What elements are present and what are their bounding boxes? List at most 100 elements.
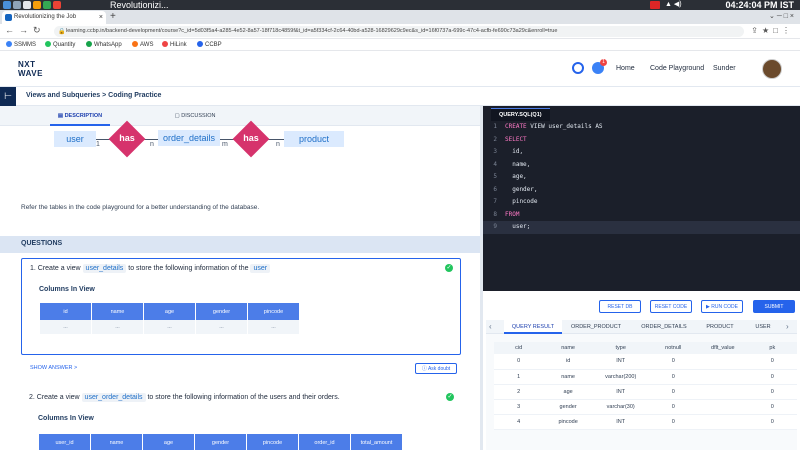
- table-row: 3 gender varchar(30) 0 0: [494, 399, 797, 415]
- code-line[interactable]: 7 pincode: [483, 196, 800, 209]
- columns-table: user_id name age gender pincode order_id…: [38, 434, 403, 450]
- show-answer-link[interactable]: SHOW ANSWER >: [30, 365, 77, 371]
- bookmark-ccbp[interactable]: CCBP: [197, 40, 222, 50]
- column-header: user_id: [39, 434, 90, 450]
- question-text: 1. Create a view user_details to store t…: [30, 264, 271, 273]
- reset-db-button[interactable]: RESET DB: [599, 300, 641, 313]
- app-icon[interactable]: [3, 1, 11, 9]
- chevron-left-icon[interactable]: ‹: [489, 320, 492, 334]
- record-icon[interactable]: [650, 1, 660, 9]
- code-editor[interactable]: QUERY.SQL(Q1) 1 CREATE VIEW user_details …: [483, 106, 800, 291]
- result-header: notnull: [648, 342, 699, 354]
- bookmark-whatsapp[interactable]: WhatsApp: [86, 40, 122, 50]
- forward-icon[interactable]: →: [19, 25, 28, 35]
- os-top-bar: Revolutionizi... ▲ ◀) 04:24:04 PM IST: [0, 0, 800, 10]
- nxtwave-logo[interactable]: NXT WAVE: [18, 60, 43, 78]
- tab-user[interactable]: USER: [748, 320, 778, 334]
- timer-icon[interactable]: [572, 62, 584, 74]
- result-table: cid name type notnull dflt_value pk 0 id I…: [494, 342, 797, 430]
- browser-tab-title: Revolutionizing the Job: [14, 14, 77, 20]
- code-line[interactable]: 2 SELECT: [483, 134, 800, 147]
- address-bar-row: ← → ↻ 🔒 learning.ccbp.in/backend-develop…: [0, 24, 800, 39]
- question-card-2[interactable]: 2. Create a view user_order_details to s…: [21, 388, 461, 450]
- table-row: 4 pincode INT 0 0: [494, 414, 797, 430]
- user-name[interactable]: Sunder: [713, 65, 736, 72]
- column-header: id: [40, 303, 91, 320]
- check-icon: ✓: [446, 393, 454, 401]
- avatar[interactable]: [762, 59, 782, 79]
- globe-icon: [45, 41, 51, 47]
- column-header: gender: [196, 303, 247, 320]
- reload-icon[interactable]: ↻: [33, 25, 41, 36]
- nav-home-link[interactable]: Home: [616, 65, 635, 72]
- code-line[interactable]: 6 gender,: [483, 184, 800, 197]
- whatsapp-icon: [86, 41, 92, 47]
- er-cardinality: n: [276, 141, 280, 148]
- column-header: pincode: [247, 434, 298, 450]
- browser-tab[interactable]: Revolutionizing the Job ×: [2, 11, 106, 24]
- tab-description[interactable]: ▤ DESCRIPTION: [50, 106, 110, 126]
- er-entity-order-details: order_details: [158, 130, 220, 146]
- column-header: total_amount: [351, 434, 402, 450]
- er-cardinality: n: [150, 141, 154, 148]
- app-icon[interactable]: [43, 1, 51, 9]
- problem-pane: ▤ DESCRIPTION ▢ DISCUSSION user has orde…: [0, 106, 480, 450]
- app-icon[interactable]: [33, 1, 41, 9]
- table-row: 2 age INT 0 0: [494, 384, 797, 400]
- column-cell: ...: [248, 320, 299, 334]
- column-cell: ...: [144, 320, 195, 334]
- column-header: order_id: [299, 434, 350, 450]
- new-tab-button[interactable]: +: [110, 10, 116, 24]
- ask-doubt-button[interactable]: ⓘ Ask doubt: [415, 363, 457, 374]
- column-header: name: [92, 303, 143, 320]
- nav-code-playground-link[interactable]: Code Playground: [650, 65, 704, 72]
- bookmark-quantity[interactable]: Quantity: [45, 40, 75, 50]
- os-clock[interactable]: 04:24:04 PM IST: [725, 0, 794, 10]
- question-card-1[interactable]: 1. Create a view user_details to store t…: [21, 258, 461, 355]
- window-controls[interactable]: ⌄ ─ □ ×: [769, 12, 794, 20]
- tray-icons[interactable]: ▲ ◀): [665, 0, 682, 10]
- reset-code-button[interactable]: RESET CODE: [650, 300, 692, 313]
- back-icon[interactable]: ←: [5, 25, 14, 35]
- description-text: Refer the tables in the code playground …: [21, 204, 260, 211]
- chrome-icon[interactable]: [53, 1, 61, 9]
- code-line[interactable]: 1 CREATE VIEW user_details AS: [483, 121, 800, 134]
- tab-product[interactable]: PRODUCT: [698, 320, 742, 334]
- run-code-button[interactable]: ▶ RUN CODE: [701, 300, 743, 313]
- url-input[interactable]: 🔒 learning.ccbp.in/backend-development/c…: [54, 26, 744, 37]
- tab-order-details[interactable]: ORDER_DETAILS: [634, 320, 694, 334]
- code-line[interactable]: 8 FROM: [483, 209, 800, 222]
- editor-file-tab[interactable]: QUERY.SQL(Q1): [491, 108, 550, 121]
- er-relation-label: has: [243, 133, 259, 143]
- globe-icon: [6, 41, 12, 47]
- columns-label: Columns In View: [38, 415, 94, 422]
- ccbp-icon: [197, 41, 203, 47]
- code-line[interactable]: 3 id,: [483, 146, 800, 159]
- app-icon[interactable]: [13, 1, 21, 9]
- description-icon: ▤: [57, 113, 65, 119]
- url-text: learning.ccbp.in/backend-development/cou…: [66, 28, 558, 34]
- code-line[interactable]: 4 name,: [483, 159, 800, 172]
- tab-discussion[interactable]: ▢ DISCUSSION: [160, 106, 230, 126]
- aws-icon: [132, 41, 138, 47]
- bookmark-aws[interactable]: AWS: [132, 40, 153, 50]
- bookmark-ssmms[interactable]: SSMMS: [6, 40, 36, 50]
- tab-query-result[interactable]: QUERY RESULT: [504, 320, 562, 334]
- result-header: type: [592, 342, 649, 354]
- chevron-right-icon[interactable]: ›: [786, 320, 789, 334]
- tab-order-product[interactable]: ORDER_PRODUCT: [566, 320, 626, 334]
- code-line[interactable]: 5 age,: [483, 171, 800, 184]
- code-line[interactable]: 9 user;: [483, 221, 800, 234]
- sidebar-toggle-icon[interactable]: ⊢: [0, 87, 16, 106]
- bookmark-hilink[interactable]: HiLink: [162, 40, 187, 50]
- column-header: age: [144, 303, 195, 320]
- er-cardinality: m: [222, 141, 228, 148]
- close-tab-icon[interactable]: ×: [99, 11, 103, 24]
- result-header: pk: [747, 342, 797, 354]
- submit-button[interactable]: SUBMIT: [753, 300, 795, 313]
- question-text: 2. Create a view user_order_details to s…: [29, 393, 340, 402]
- browser-action-icons[interactable]: ⇪★□⋮: [751, 26, 794, 35]
- breadcrumb[interactable]: Views and Subqueries > Coding Practice: [26, 92, 161, 99]
- favicon-icon: [5, 14, 12, 21]
- app-icon[interactable]: [23, 1, 31, 9]
